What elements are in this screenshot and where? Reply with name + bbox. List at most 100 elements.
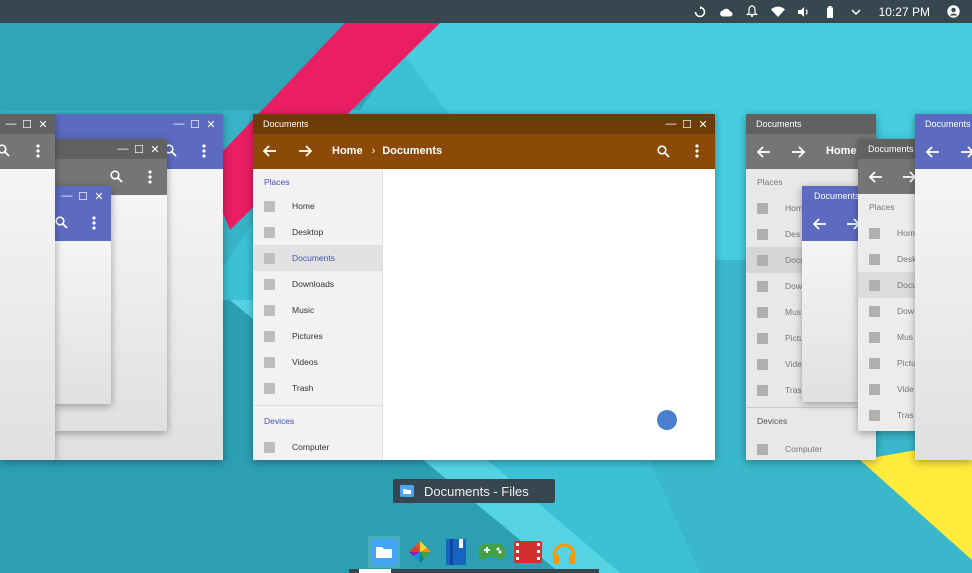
- active-app-indicator: [359, 569, 391, 573]
- sidebar-item-music[interactable]: Music: [253, 297, 382, 323]
- toolbar: Home › Documents: [253, 134, 715, 169]
- left-window-front-small[interactable]: — ☐ ✕: [54, 186, 111, 404]
- minimize-icon[interactable]: —: [171, 116, 187, 132]
- right-window-2[interactable]: Documents: [802, 186, 859, 402]
- tooltip-label: Documents - Files: [424, 483, 529, 499]
- sync-icon[interactable]: [693, 5, 707, 19]
- close-icon[interactable]: ✕: [203, 116, 219, 132]
- sidebar-item-documents[interactable]: Documents: [253, 245, 382, 271]
- right-window-3[interactable]: Documents Places Hom Desk Docu Dow Mus P…: [858, 139, 918, 431]
- sidebar-item-computer[interactable]: Computer: [746, 436, 876, 460]
- sidebar-item-label: Hom: [785, 203, 803, 213]
- maximize-icon[interactable]: ☐: [75, 188, 91, 204]
- sidebar-item-trash[interactable]: Trash: [253, 375, 382, 401]
- window-controls: — ☐ ✕: [663, 114, 711, 134]
- titlebar[interactable]: — ☐ ✕: [54, 186, 111, 206]
- titlebar[interactable]: Documents: [858, 139, 918, 159]
- back-arrow-icon[interactable]: [258, 139, 282, 163]
- maximize-icon[interactable]: ☐: [187, 116, 203, 132]
- search-icon[interactable]: [55, 216, 68, 234]
- more-vert-icon[interactable]: [92, 216, 96, 235]
- minimize-icon[interactable]: —: [3, 116, 19, 132]
- sidebar-item[interactable]: Dow: [858, 298, 918, 324]
- music-app-icon[interactable]: [548, 536, 580, 568]
- folder-icon: [757, 202, 768, 214]
- files-window[interactable]: Documents — ☐ ✕ Home › Documents Places …: [253, 114, 715, 460]
- forward-arrow-icon[interactable]: [293, 139, 317, 163]
- sidebar-item[interactable]: Desk: [858, 246, 918, 272]
- forward-arrow-icon[interactable]: [791, 145, 806, 163]
- close-icon[interactable]: ✕: [695, 116, 711, 132]
- right-window-4[interactable]: Documents: [915, 114, 972, 460]
- search-icon[interactable]: [110, 170, 123, 188]
- left-window-edge[interactable]: — ☐ ✕: [0, 114, 55, 460]
- titlebar[interactable]: — ☐ ✕: [54, 114, 223, 134]
- trash-icon: [869, 409, 880, 421]
- trash-icon: [264, 382, 275, 394]
- chevron-down-icon[interactable]: [849, 5, 863, 19]
- games-app-icon[interactable]: [476, 536, 508, 568]
- loading-spinner: [657, 410, 677, 430]
- window-controls: — ☐ ✕: [115, 139, 163, 159]
- sidebar-item-label: Home: [292, 201, 315, 211]
- window-title: Documents: [756, 119, 802, 129]
- folder-icon: [869, 279, 880, 291]
- minimize-icon[interactable]: —: [59, 188, 75, 204]
- sidebar-item-computer[interactable]: Computer: [253, 434, 382, 460]
- search-icon[interactable]: [0, 144, 10, 162]
- video-app-icon[interactable]: [512, 536, 544, 568]
- sidebar-item[interactable]: Hom: [858, 220, 918, 246]
- more-vert-icon[interactable]: [202, 144, 206, 163]
- more-vert-icon[interactable]: [148, 170, 152, 189]
- titlebar[interactable]: Documents: [746, 114, 876, 134]
- back-arrow-icon[interactable]: [868, 170, 883, 188]
- sidebar-item-home[interactable]: Home: [253, 193, 382, 219]
- maximize-icon[interactable]: ☐: [19, 116, 35, 132]
- maximize-icon[interactable]: ☐: [131, 141, 147, 157]
- volume-icon[interactable]: [797, 5, 811, 19]
- titlebar[interactable]: Documents: [915, 114, 972, 134]
- close-icon[interactable]: ✕: [35, 116, 51, 132]
- sidebar-item-videos[interactable]: Videos: [253, 349, 382, 375]
- folder-icon: [264, 330, 275, 342]
- files-icon: [400, 485, 414, 497]
- sidebar-item-pictures[interactable]: Pictures: [253, 323, 382, 349]
- back-arrow-icon[interactable]: [812, 217, 827, 235]
- more-vert-icon[interactable]: [36, 144, 40, 163]
- back-arrow-icon[interactable]: [925, 145, 940, 163]
- sidebar-item[interactable]: Tras: [858, 402, 918, 428]
- breadcrumb-current[interactable]: Documents: [382, 145, 442, 157]
- breadcrumb-home[interactable]: Home: [826, 145, 857, 157]
- cloud-icon[interactable]: [719, 5, 733, 19]
- search-icon[interactable]: [651, 139, 675, 163]
- titlebar[interactable]: Documents — ☐ ✕: [253, 114, 715, 134]
- close-icon[interactable]: ✕: [147, 141, 163, 157]
- photos-app-icon[interactable]: [404, 536, 436, 568]
- battery-icon[interactable]: [823, 5, 837, 19]
- minimize-icon[interactable]: —: [115, 141, 131, 157]
- titlebar[interactable]: — ☐ ✕: [0, 114, 55, 134]
- maximize-icon[interactable]: ☐: [679, 116, 695, 132]
- account-icon[interactable]: [946, 5, 960, 19]
- folder-icon: [869, 305, 880, 317]
- wifi-icon[interactable]: [770, 5, 785, 19]
- titlebar[interactable]: Documents: [802, 186, 859, 206]
- more-vert-icon[interactable]: [685, 139, 709, 163]
- bell-icon[interactable]: [745, 5, 759, 19]
- close-icon[interactable]: ✕: [91, 188, 107, 204]
- sidebar-item-desktop[interactable]: Desktop: [253, 219, 382, 245]
- files-app-icon[interactable]: [368, 535, 400, 568]
- sidebar-item[interactable]: Pictu: [858, 350, 918, 376]
- notes-app-icon[interactable]: [440, 536, 472, 568]
- titlebar[interactable]: — ☐ ✕: [54, 139, 167, 159]
- clock[interactable]: 10:27 PM: [879, 5, 930, 19]
- sidebar-item[interactable]: Docu: [858, 272, 918, 298]
- back-arrow-icon[interactable]: [756, 145, 771, 163]
- breadcrumb-home[interactable]: Home: [332, 145, 363, 157]
- sidebar-item-downloads[interactable]: Downloads: [253, 271, 382, 297]
- forward-arrow-icon[interactable]: [902, 170, 917, 188]
- sidebar-item[interactable]: Mus: [858, 324, 918, 350]
- forward-arrow-icon[interactable]: [960, 145, 972, 163]
- sidebar-item[interactable]: Vide: [858, 376, 918, 402]
- minimize-icon[interactable]: —: [663, 116, 679, 132]
